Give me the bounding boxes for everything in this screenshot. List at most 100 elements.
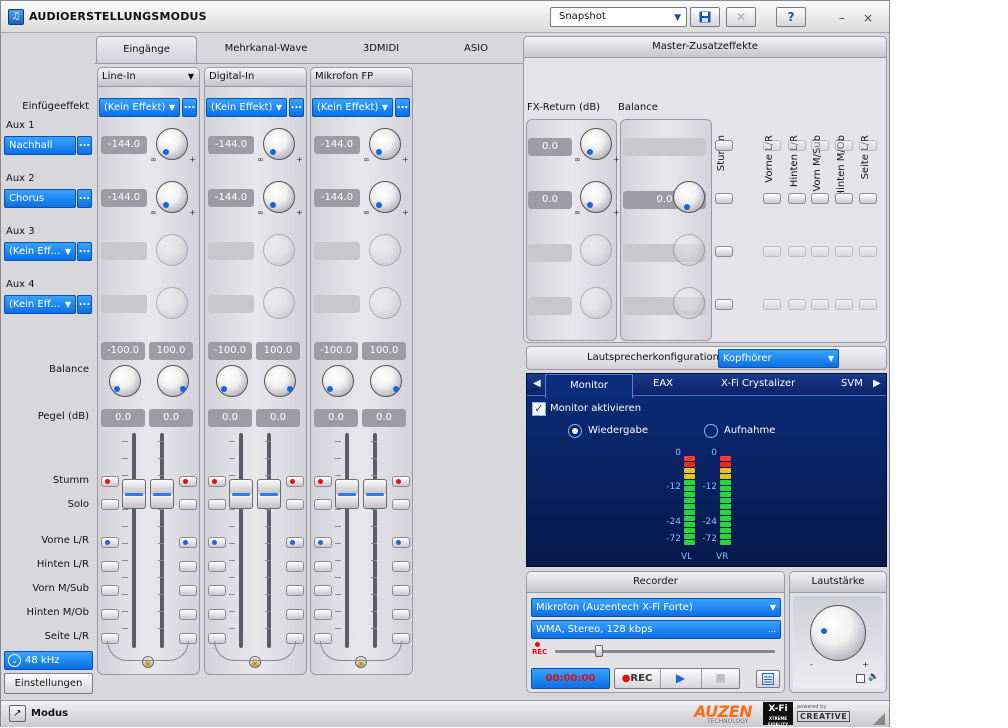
channel-toggle-button[interactable] <box>208 585 226 596</box>
insert-effect-settings-button[interactable]: ... <box>182 98 197 117</box>
aux2-send-value[interactable]: -144.0 <box>314 189 360 207</box>
channel-toggle-button[interactable] <box>392 585 410 596</box>
master-channel-button[interactable] <box>788 246 806 257</box>
close-button[interactable]: × <box>863 11 873 25</box>
balance-left-knob[interactable] <box>216 365 248 397</box>
aux4-send-knob[interactable] <box>369 287 401 319</box>
insert-effect-dropdown[interactable]: (Kein Effekt) ▼ <box>312 98 393 117</box>
tab-scroll-left-icon[interactable]: ◀ <box>533 378 541 389</box>
fx-return-value[interactable]: 0.0 <box>528 191 572 209</box>
strip-header[interactable]: Mikrofon FP <box>310 67 413 87</box>
master-channel-button[interactable] <box>811 299 829 310</box>
channel-toggle-button[interactable] <box>179 499 197 510</box>
save-button[interactable] <box>690 7 720 27</box>
balance-right-value[interactable]: 100.0 <box>149 342 193 360</box>
recorder-position-track[interactable] <box>555 650 775 653</box>
mute-checkbox[interactable] <box>856 674 865 683</box>
fader-track[interactable] <box>373 433 377 648</box>
channel-toggle-button[interactable] <box>392 476 410 487</box>
tab-eingaenge[interactable]: Eingänge <box>96 36 197 63</box>
master-channel-button[interactable] <box>835 299 853 310</box>
channel-toggle-button[interactable] <box>286 537 304 548</box>
master-channel-button[interactable] <box>715 246 733 257</box>
master-volume-knob[interactable] <box>810 605 866 661</box>
aux1-send-knob[interactable] <box>263 128 295 160</box>
channel-toggle-button[interactable] <box>314 499 332 510</box>
fader-track[interactable] <box>345 433 349 648</box>
master-balance-value[interactable] <box>623 138 706 156</box>
settings-button[interactable]: Einstellungen <box>4 673 93 694</box>
stop-button[interactable]: ■ <box>701 669 739 688</box>
aux3-dropdown[interactable]: (Kein Eff... ▼ <box>4 242 76 261</box>
master-channel-button[interactable] <box>715 299 733 310</box>
fx-return-value[interactable] <box>528 244 572 262</box>
volume-fader[interactable] <box>335 479 359 509</box>
aux4-send-knob[interactable] <box>156 287 188 319</box>
volume-fader[interactable] <box>257 479 281 509</box>
rec-button[interactable]: ●REC <box>615 669 659 688</box>
aux2-send-value[interactable]: -144.0 <box>208 189 254 207</box>
balance-right-knob[interactable] <box>157 365 189 397</box>
level-left-value[interactable]: 0.0 <box>101 409 145 427</box>
insert-effect-dropdown[interactable]: (Kein Effekt) ▼ <box>99 98 180 117</box>
channel-toggle-button[interactable] <box>286 561 304 572</box>
record-radio[interactable] <box>704 424 718 438</box>
master-channel-button[interactable] <box>835 193 853 204</box>
master-channel-button[interactable] <box>859 299 877 310</box>
insert-effect-dropdown[interactable]: (Kein Effekt) ▼ <box>206 98 287 117</box>
tab-monitor[interactable]: Monitor <box>545 374 633 398</box>
playback-radio[interactable] <box>568 424 582 438</box>
fader-track[interactable] <box>267 433 271 648</box>
strip-header[interactable]: Digital-In <box>204 67 307 87</box>
master-channel-button[interactable] <box>835 246 853 257</box>
channel-toggle-button[interactable] <box>101 561 119 572</box>
fx-return-knob[interactable] <box>580 287 612 319</box>
level-right-value[interactable]: 0.0 <box>149 409 193 427</box>
channel-toggle-button[interactable] <box>101 476 119 487</box>
aux1-send-knob[interactable] <box>369 128 401 160</box>
channel-toggle-button[interactable] <box>392 537 410 548</box>
channel-toggle-button[interactable] <box>208 476 226 487</box>
fx-return-value[interactable]: 0.0 <box>528 138 572 156</box>
balance-right-knob[interactable] <box>370 365 402 397</box>
aux2-dropdown[interactable]: Chorus <box>4 189 76 208</box>
tab-asio[interactable]: ASIO <box>441 36 511 63</box>
aux3-send-knob[interactable] <box>263 234 295 266</box>
aux4-settings-button[interactable]: ... <box>77 295 92 314</box>
tab-eax[interactable]: EAX <box>653 378 673 389</box>
master-channel-button[interactable] <box>763 193 781 204</box>
fx-return-knob[interactable] <box>580 234 612 266</box>
aux3-send-value[interactable] <box>314 242 360 260</box>
channel-toggle-button[interactable] <box>208 499 226 510</box>
channel-toggle-button[interactable] <box>179 476 197 487</box>
master-channel-button[interactable] <box>811 193 829 204</box>
channel-toggle-button[interactable] <box>179 585 197 596</box>
tab-svm[interactable]: SVM <box>841 378 863 389</box>
aux1-send-value[interactable]: -144.0 <box>208 136 254 154</box>
aux1-send-value[interactable]: -144.0 <box>314 136 360 154</box>
channel-toggle-button[interactable] <box>392 561 410 572</box>
level-right-value[interactable]: 0.0 <box>256 409 300 427</box>
aux4-send-value[interactable] <box>101 295 147 313</box>
master-channel-button[interactable] <box>788 140 806 151</box>
aux1-settings-button[interactable]: ... <box>77 136 92 155</box>
aux4-dropdown[interactable]: (Kein Eff... ▼ <box>4 295 76 314</box>
balance-left-value[interactable]: -100.0 <box>101 342 145 360</box>
level-right-value[interactable]: 0.0 <box>362 409 406 427</box>
master-channel-button[interactable] <box>763 246 781 257</box>
master-balance-knob[interactable] <box>673 234 705 266</box>
channel-toggle-button[interactable] <box>286 609 304 620</box>
fader-track[interactable] <box>132 433 136 648</box>
master-channel-button[interactable] <box>763 299 781 310</box>
help-button[interactable]: ? <box>776 7 806 27</box>
aux3-send-value[interactable] <box>208 242 254 260</box>
speaker-config-dropdown[interactable]: Kopfhörer ▼ <box>718 349 839 368</box>
recordings-list-button[interactable] <box>756 670 780 688</box>
master-channel-button[interactable] <box>715 193 733 204</box>
level-left-value[interactable]: 0.0 <box>314 409 358 427</box>
aux4-send-knob[interactable] <box>263 287 295 319</box>
master-channel-button[interactable] <box>859 246 877 257</box>
aux2-settings-button[interactable]: ... <box>77 189 92 208</box>
master-channel-button[interactable] <box>788 299 806 310</box>
channel-toggle-button[interactable] <box>392 499 410 510</box>
